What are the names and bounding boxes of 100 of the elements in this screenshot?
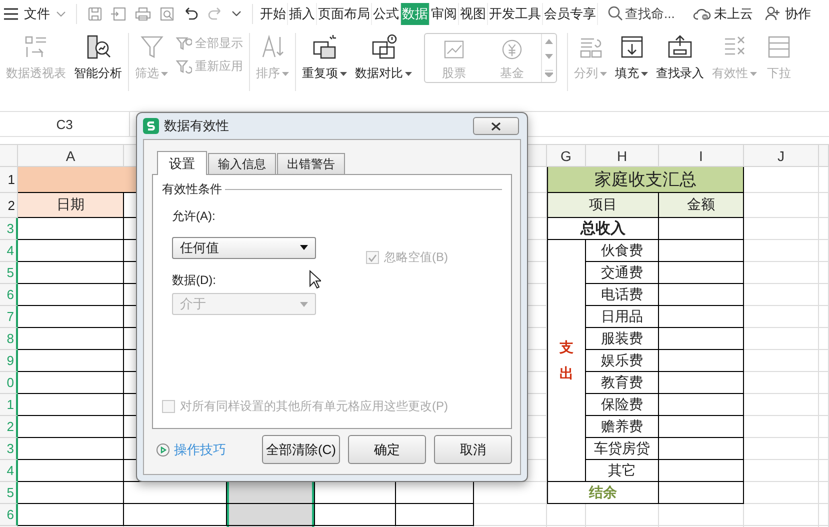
table-cell: 电话费: [586, 284, 659, 306]
preview-icon: [158, 4, 176, 22]
dialog-tab[interactable]: 设置: [157, 151, 207, 175]
table-cell: 娱乐费: [586, 350, 659, 372]
close-icon: [491, 122, 501, 130]
column-header[interactable]: J: [744, 145, 819, 167]
scroll-down-icon: [545, 54, 553, 60]
dialog-tab[interactable]: 出错警告: [277, 153, 345, 174]
table-cell: [819, 372, 829, 394]
cursor-icon: [309, 270, 321, 289]
name-box[interactable]: C3: [0, 112, 130, 136]
dialog-tab[interactable]: 输入信息: [208, 153, 276, 174]
table-cell: 教育费: [586, 372, 659, 394]
chevron-down-icon: [56, 10, 66, 16]
dialog-button[interactable]: 取消: [434, 435, 512, 464]
ribbon-button[interactable]: 智能分析: [74, 33, 122, 82]
ribbon-tab[interactable]: 页面布局: [317, 2, 372, 24]
caret-icon: [161, 72, 168, 76]
field-label: 数据(D):: [172, 272, 216, 289]
ribbon-tab[interactable]: 审阅: [430, 2, 459, 24]
person-add-icon: [764, 6, 781, 21]
table-cell: 结余: [547, 482, 659, 504]
caret-down-icon: [232, 11, 241, 16]
caret-icon: [300, 302, 308, 306]
table-cell: [819, 328, 829, 350]
table-cell: 项目: [547, 193, 659, 218]
ribbon-tab[interactable]: 插入: [288, 2, 317, 24]
column-header[interactable]: [819, 145, 829, 167]
row-header[interactable]: 2: [0, 193, 18, 218]
column-header[interactable]: G: [547, 145, 586, 167]
squares-info-icon: [370, 33, 398, 61]
caret-icon: [405, 72, 412, 76]
print-icon: [134, 4, 152, 22]
table-cell: [819, 460, 829, 482]
caret-icon: [282, 72, 289, 76]
table-cell: [819, 350, 829, 372]
ribbon-tab[interactable]: 会员专享: [543, 2, 598, 24]
table-cell: 伙食费: [586, 240, 659, 262]
cloud-icon: [692, 6, 711, 20]
funnel-refresh-icon: [176, 58, 192, 74]
table-cell: 其它: [586, 460, 659, 482]
table-cell: [819, 193, 829, 218]
funnel-eye-icon: [176, 36, 192, 52]
column-header[interactable]: H: [586, 145, 659, 167]
ribbon-tab[interactable]: 开始: [259, 2, 288, 24]
close-button[interactable]: [473, 117, 519, 135]
table-cell: 交通费: [586, 262, 659, 284]
app-logo-icon: [143, 118, 159, 134]
menu-icon: [4, 8, 18, 20]
field-label: 允许(A):: [172, 208, 216, 225]
caret-icon: [300, 245, 308, 250]
check-icon: [368, 254, 377, 262]
caret-icon: [340, 72, 347, 76]
dialog-button[interactable]: 全部清除(C): [262, 435, 340, 464]
table-cell: 日用品: [586, 306, 659, 328]
table-cell: [819, 167, 829, 193]
table-cell: [819, 240, 829, 262]
allow-dropdown[interactable]: 任何值: [172, 236, 316, 258]
cloud-status[interactable]: 未上云: [714, 4, 753, 22]
ribbon-button[interactable]: 查找录入: [656, 33, 704, 82]
caret-icon: [641, 72, 648, 76]
overlapping-squares-icon: [310, 33, 338, 61]
select-all-corner[interactable]: [0, 145, 18, 167]
ribbon-tab[interactable]: 视图: [459, 2, 488, 24]
table-cell: 金额: [659, 193, 744, 218]
scroll-up-icon: [545, 39, 553, 44]
search-icon: [608, 6, 623, 21]
table-cell: [819, 284, 829, 306]
checkbox-label: 忽略空值(B): [384, 249, 448, 266]
ribbon-button[interactable]: 重复项: [302, 33, 347, 82]
export-icon: [110, 4, 128, 22]
file-menu[interactable]: 文件: [24, 4, 50, 22]
collaborate-button[interactable]: 协作: [784, 4, 811, 22]
table-cell: 赡养费: [586, 416, 659, 438]
table-cell: 保险费: [586, 394, 659, 416]
command-search-field[interactable]: 查找命...: [625, 4, 675, 22]
row-header[interactable]: 1: [0, 167, 18, 193]
checkbox-label: 对所有同样设置的其他所有单元格应用这些更改(P): [180, 398, 448, 415]
save-icon: [86, 4, 104, 22]
table-cell: [819, 394, 829, 416]
table-cell: [819, 218, 829, 240]
group-title: 有效性条件: [162, 181, 222, 198]
ribbon-tab[interactable]: 开发工具: [488, 2, 543, 24]
dialog-button[interactable]: 确定: [348, 435, 426, 464]
ribbon-button[interactable]: 填充: [615, 33, 648, 82]
dialog-title: 数据有效性: [164, 117, 229, 135]
expand-icon: [545, 70, 553, 77]
caret-icon: [600, 72, 607, 76]
table-cell: 总收入: [547, 218, 659, 240]
table-cell: 家庭收支汇总: [547, 167, 744, 193]
column-header[interactable]: A: [18, 145, 124, 167]
table-cell: 服装费: [586, 328, 659, 350]
column-header[interactable]: I: [659, 145, 744, 167]
table-cell: [819, 482, 829, 504]
ribbon-button[interactable]: 数据对比: [355, 33, 412, 82]
table-cell: [819, 262, 829, 284]
table-cell: [819, 306, 829, 328]
caret-icon: [750, 72, 757, 76]
table-cell-text: 支出: [560, 338, 574, 382]
table-cell: 车贷房贷: [586, 438, 659, 460]
